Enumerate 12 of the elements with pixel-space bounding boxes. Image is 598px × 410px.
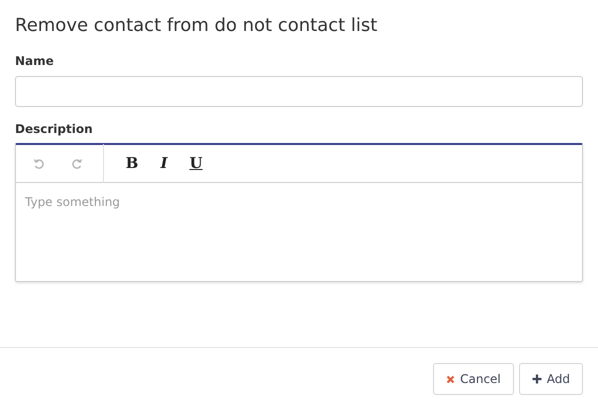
field-label: Name bbox=[15, 53, 54, 69]
plus-icon bbox=[532, 374, 542, 384]
italic-button[interactable]: I bbox=[151, 150, 177, 176]
name-input[interactable] bbox=[15, 76, 583, 107]
field-label: Description bbox=[15, 121, 93, 137]
dialog-title: Remove contact from do not contact list bbox=[15, 14, 378, 38]
underline-button[interactable]: U bbox=[183, 150, 209, 176]
cancel-button[interactable]: Cancel bbox=[433, 363, 514, 395]
description-input[interactable]: Type something bbox=[15, 183, 583, 282]
add-button[interactable]: Add bbox=[518, 363, 583, 395]
close-icon bbox=[446, 374, 456, 384]
bold-button[interactable]: B bbox=[119, 150, 145, 176]
